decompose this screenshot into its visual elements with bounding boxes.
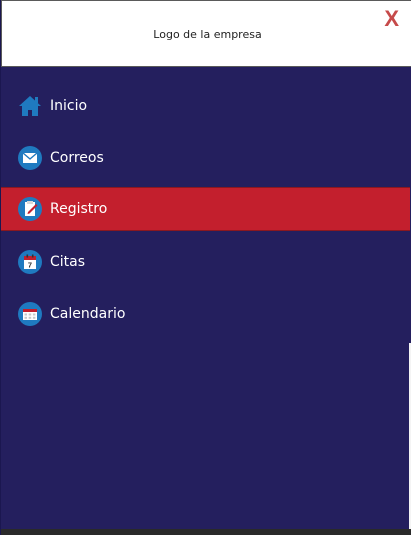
sidebar-item-label: Calendario — [50, 306, 126, 322]
sidebar-item-correos[interactable]: Correos — [1, 136, 410, 180]
sidebar-item-label: Correos — [50, 150, 104, 166]
calendar-7-icon: 7 — [18, 250, 42, 274]
app-frame: Logo de la empresa X Inicio Correos Regi… — [0, 0, 411, 535]
bottom-border — [1, 529, 411, 535]
mail-icon — [18, 146, 42, 170]
calendar-grid-icon — [18, 302, 42, 326]
sidebar-item-label: Inicio — [50, 98, 88, 114]
sidebar-item-registro[interactable]: Registro — [1, 187, 410, 231]
company-logo: Logo de la empresa — [153, 28, 262, 41]
svg-text:7: 7 — [28, 261, 32, 270]
register-icon — [18, 197, 42, 221]
sidebar-item-inicio[interactable]: Inicio — [1, 84, 410, 128]
sidebar-item-citas[interactable]: 7 Citas — [1, 240, 410, 284]
sidebar-item-calendario[interactable]: Calendario — [1, 292, 410, 336]
sidebar-item-label: Citas — [50, 254, 86, 270]
close-button[interactable]: X — [384, 8, 399, 30]
home-icon — [19, 96, 41, 116]
header: Logo de la empresa X — [1, 0, 411, 67]
sidebar-item-label: Registro — [50, 201, 108, 217]
